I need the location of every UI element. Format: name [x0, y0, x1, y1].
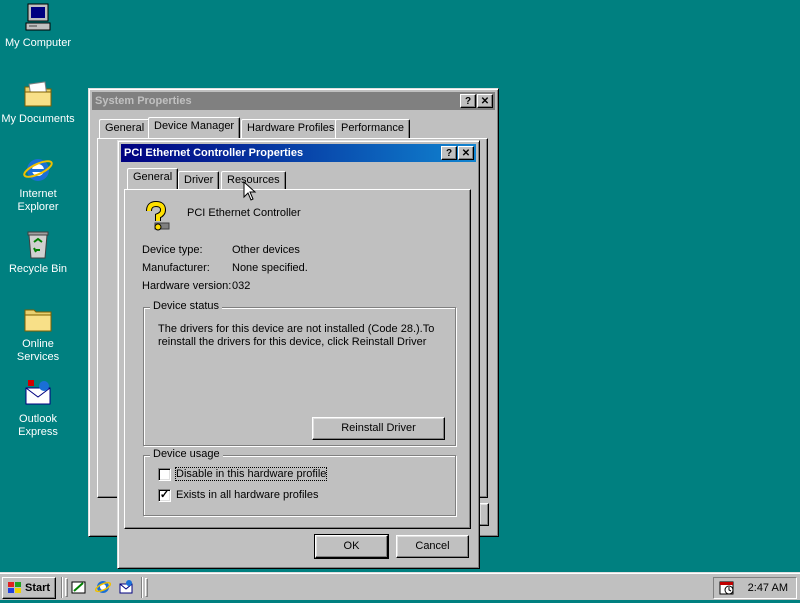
disable-profile-label[interactable]: Disable in this hardware profile [174, 467, 328, 481]
unknown-device-icon [141, 200, 173, 233]
clock[interactable]: 2:47 AM [748, 578, 788, 598]
help-button[interactable]: ? [441, 146, 457, 160]
disable-profile-checkbox[interactable] [158, 468, 171, 481]
desktop-icon-label: My Documents [1, 113, 75, 125]
device-properties-dialog[interactable]: PCI Ethernet Controller Properties ? ✕ G… [117, 140, 480, 569]
taskbar-separator [61, 577, 63, 598]
device-type-label: Device type: [142, 244, 203, 256]
tab-general[interactable]: General [99, 119, 151, 138]
device-status-title: Device status [150, 300, 223, 312]
device-type-value: Other devices [232, 244, 300, 256]
hardware-version-value: 032 [232, 280, 251, 292]
tab-hardware-profiles[interactable]: Hardware Profiles [241, 119, 341, 138]
windows-logo-icon [7, 581, 22, 595]
general-tab-panel: PCI Ethernet Controller Device type: Oth… [124, 189, 471, 529]
manufacturer-label: Manufacturer: [142, 262, 210, 274]
device-usage-group: Device usage Disable in this hardware pr… [143, 448, 456, 516]
device-name: PCI Ethernet Controller [187, 207, 301, 219]
taskbar-grip[interactable] [145, 578, 148, 597]
window-title: System Properties [95, 95, 192, 107]
system-tray: 2:47 AM [713, 577, 797, 599]
reinstall-driver-button[interactable]: Reinstall Driver [312, 417, 445, 440]
manufacturer-value: None specified. [232, 262, 308, 274]
system-properties-titlebar[interactable]: System Properties ? ✕ [92, 92, 495, 110]
device-dialog-titlebar[interactable]: PCI Ethernet Controller Properties ? ✕ [121, 144, 476, 162]
desktop-icon-recycle-bin[interactable]: Recycle Bin [0, 228, 76, 276]
desktop-icon-internet-explorer[interactable]: Internet Explorer [0, 153, 76, 214]
taskbar: Start 2:47 AM [0, 572, 800, 600]
quicklaunch-grip[interactable] [65, 578, 68, 597]
desktop-icon-label: Online Services [16, 338, 60, 363]
recycle-bin-icon [22, 228, 54, 260]
status-text-line2: reinstall the drivers for this device, c… [158, 336, 427, 348]
tab-device-manager[interactable]: Device Manager [148, 117, 241, 138]
outlook-icon[interactable] [118, 579, 134, 595]
desktop-icon-my-documents[interactable]: My Documents [0, 78, 76, 126]
folder-documents-icon [22, 78, 54, 110]
device-status-group: Device status The drivers for this devic… [143, 300, 456, 446]
start-button[interactable]: Start [2, 577, 56, 599]
system-properties-ok-partial[interactable] [479, 503, 489, 526]
show-desktop-icon[interactable] [71, 579, 87, 595]
dialog-title: PCI Ethernet Controller Properties [124, 147, 304, 159]
desktop-icon-label: Outlook Express [18, 413, 58, 438]
taskbar-separator [141, 577, 143, 598]
status-text-line1: The drivers for this device are not inst… [158, 323, 435, 335]
scheduler-icon[interactable] [719, 580, 735, 596]
tab-driver[interactable]: Driver [178, 171, 220, 190]
mouse-cursor-icon [243, 180, 257, 204]
desktop-icon-label: My Computer [4, 37, 72, 49]
tab-general[interactable]: General [127, 168, 179, 189]
close-button[interactable]: ✕ [477, 94, 493, 108]
ok-button[interactable]: OK [314, 534, 389, 559]
desktop-icon-outlook-express[interactable]: Outlook Express [0, 378, 76, 439]
folder-icon [22, 303, 54, 335]
desktop-icon-label: Internet Explorer [17, 188, 59, 213]
close-button[interactable]: ✕ [458, 146, 474, 160]
exists-all-profiles-checkbox[interactable]: ✓ [158, 489, 171, 502]
start-label: Start [25, 582, 51, 594]
tab-performance[interactable]: Performance [335, 119, 410, 138]
desktop-icon-my-computer[interactable]: My Computer [0, 2, 76, 50]
desktop-icon-online-services[interactable]: Online Services [0, 303, 76, 364]
desktop-icon-label: Recycle Bin [8, 263, 68, 275]
computer-icon [22, 2, 54, 34]
cancel-button[interactable]: Cancel [396, 535, 469, 558]
hardware-version-label: Hardware version: [142, 280, 232, 292]
ie-icon[interactable] [94, 579, 112, 595]
ie-icon [22, 153, 54, 185]
device-usage-title: Device usage [150, 448, 223, 460]
exists-all-profiles-label[interactable]: Exists in all hardware profiles [176, 489, 318, 501]
help-button[interactable]: ? [460, 94, 476, 108]
outlook-icon [22, 378, 54, 410]
